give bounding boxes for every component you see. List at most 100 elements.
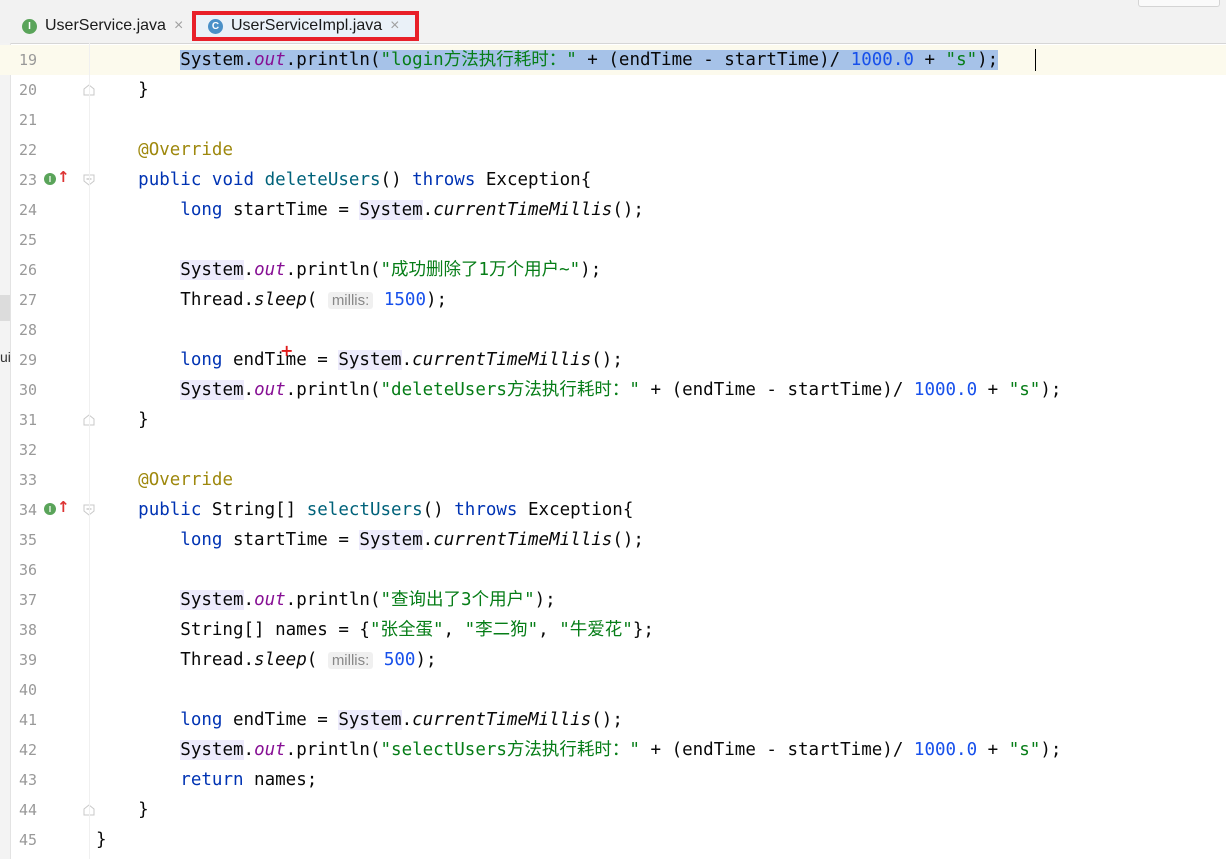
line-number[interactable]: 42: [11, 735, 37, 765]
line-number[interactable]: 36: [11, 555, 37, 585]
code-token: (): [422, 500, 455, 520]
line-number[interactable]: 38: [11, 615, 37, 645]
code-token: currentTimeMillis: [412, 710, 592, 730]
line-number[interactable]: 35: [11, 525, 37, 555]
code-text[interactable]: String[] names = {"张全蛋", "李二狗", "牛爱花"};: [96, 615, 654, 645]
code-token: +: [977, 380, 1009, 400]
line-number[interactable]: 32: [11, 435, 37, 465]
code-line[interactable]: 43 return names;: [0, 765, 1226, 795]
line-number[interactable]: 37: [11, 585, 37, 615]
code-line[interactable]: 41 long endTime = System.currentTimeMill…: [0, 705, 1226, 735]
code-line[interactable]: 29 long endTime = System.currentTimeMill…: [0, 345, 1226, 375]
code-line[interactable]: 40: [0, 675, 1226, 705]
line-number[interactable]: 33: [11, 465, 37, 495]
code-line[interactable]: 36: [0, 555, 1226, 585]
code-token: ();: [612, 530, 644, 550]
line-number[interactable]: 26: [11, 255, 37, 285]
code-token: System: [338, 710, 402, 730]
code-text[interactable]: long endTime = System.currentTimeMillis(…: [96, 705, 623, 735]
code-text[interactable]: @Override: [96, 465, 233, 495]
code-text[interactable]: }: [96, 825, 107, 855]
line-number[interactable]: 20: [11, 75, 37, 105]
line-number[interactable]: 23: [11, 165, 37, 195]
tab-userserviceimpl[interactable]: C UserServiceImpl.java ×: [192, 11, 419, 41]
code-line[interactable]: 39 Thread.sleep( millis: 500);: [0, 645, 1226, 675]
toolbar-button[interactable]: [1138, 0, 1220, 7]
line-number[interactable]: 41: [11, 705, 37, 735]
code-line[interactable]: 33 @Override: [0, 465, 1226, 495]
code-text[interactable]: long endTime = System.currentTimeMillis(…: [96, 345, 623, 375]
code-token: deleteUsers: [264, 170, 381, 190]
code-token: long: [180, 710, 223, 730]
code-text[interactable]: System.out.println("selectUsers方法执行耗时：" …: [96, 735, 1061, 765]
line-number[interactable]: 28: [11, 315, 37, 345]
line-number[interactable]: 30: [11, 375, 37, 405]
code-text[interactable]: }: [96, 405, 149, 435]
code-text[interactable]: @Override: [96, 135, 233, 165]
code-token: 1500: [383, 290, 427, 310]
code-token: "s": [1008, 380, 1041, 400]
code-text[interactable]: }: [96, 795, 149, 825]
code-text[interactable]: System.out.println("deleteUsers方法执行耗时：" …: [96, 375, 1061, 405]
code-token: .: [422, 530, 434, 550]
line-number[interactable]: 39: [11, 645, 37, 675]
code-line[interactable]: 22 @Override: [0, 135, 1226, 165]
line-number[interactable]: 22: [11, 135, 37, 165]
code-token: ();: [591, 350, 623, 370]
code-text[interactable]: return names;: [96, 765, 317, 795]
code-line[interactable]: 37 System.out.println("查询出了3个用户");: [0, 585, 1226, 615]
code-line[interactable]: 35 long startTime = System.currentTimeMi…: [0, 525, 1226, 555]
code-token: "deleteUsers方法执行耗时：": [380, 380, 640, 400]
close-icon[interactable]: ×: [390, 17, 399, 35]
code-line[interactable]: 42 System.out.println("selectUsers方法执行耗时…: [0, 735, 1226, 765]
code-line[interactable]: 26 System.out.println("成功删除了1万个用户~");: [0, 255, 1226, 285]
line-number[interactable]: 44: [11, 795, 37, 825]
code-line[interactable]: 32: [0, 435, 1226, 465]
line-number[interactable]: 45: [11, 825, 37, 855]
code-line[interactable]: 45}: [0, 825, 1226, 855]
line-number[interactable]: 25: [11, 225, 37, 255]
code-token: }: [96, 410, 149, 430]
code-token: .println(: [285, 50, 381, 70]
tab-userservice[interactable]: I UserService.java ×: [22, 9, 183, 43]
code-token: .: [243, 380, 255, 400]
parameter-hint: millis:: [327, 292, 374, 309]
code-line[interactable]: 21: [0, 105, 1226, 135]
line-number[interactable]: 21: [11, 105, 37, 135]
code-token: "s": [1008, 740, 1041, 760]
line-number[interactable]: 27: [11, 285, 37, 315]
line-number[interactable]: 43: [11, 765, 37, 795]
code-token: Exception{: [517, 500, 634, 520]
code-text[interactable]: public String[] selectUsers() throws Exc…: [96, 495, 633, 525]
code-text[interactable]: long startTime = System.currentTimeMilli…: [96, 525, 644, 555]
line-number[interactable]: 34: [11, 495, 37, 525]
code-line[interactable]: 19 System.out.println("login方法执行耗时：" + (…: [0, 45, 1226, 75]
code-token: );: [534, 590, 556, 610]
line-number[interactable]: 24: [11, 195, 37, 225]
close-icon[interactable]: ×: [174, 17, 183, 35]
code-text[interactable]: public void deleteUsers() throws Excepti…: [96, 165, 591, 195]
code-line[interactable]: 30 System.out.println("deleteUsers方法执行耗时…: [0, 375, 1226, 405]
code-line[interactable]: 44 }: [0, 795, 1226, 825]
code-line[interactable]: 23 public void deleteUsers() throws Exce…: [0, 165, 1226, 195]
code-line[interactable]: 34 public String[] selectUsers() throws …: [0, 495, 1226, 525]
code-text[interactable]: }: [96, 75, 149, 105]
code-line[interactable]: 25: [0, 225, 1226, 255]
code-line[interactable]: 38 String[] names = {"张全蛋", "李二狗", "牛爱花"…: [0, 615, 1226, 645]
line-number[interactable]: 40: [11, 675, 37, 705]
code-text[interactable]: Thread.sleep( millis: 500);: [96, 645, 436, 675]
line-number[interactable]: 29: [11, 345, 37, 375]
code-line[interactable]: 31 }: [0, 405, 1226, 435]
line-number[interactable]: 31: [11, 405, 37, 435]
code-text[interactable]: Thread.sleep( millis: 1500);: [96, 285, 447, 315]
code-text[interactable]: long startTime = System.currentTimeMilli…: [96, 195, 644, 225]
code-line[interactable]: 28: [0, 315, 1226, 345]
code-text[interactable]: System.out.println("成功删除了1万个用户~");: [96, 255, 601, 285]
code-line[interactable]: 27 Thread.sleep( millis: 1500);: [0, 285, 1226, 315]
code-text[interactable]: System.out.println("查询出了3个用户");: [96, 585, 556, 615]
code-line[interactable]: 20 }: [0, 75, 1226, 105]
code-text[interactable]: System.out.println("login方法执行耗时：" + (end…: [96, 45, 999, 75]
code-line[interactable]: 24 long startTime = System.currentTimeMi…: [0, 195, 1226, 225]
line-number[interactable]: 19: [11, 45, 37, 75]
